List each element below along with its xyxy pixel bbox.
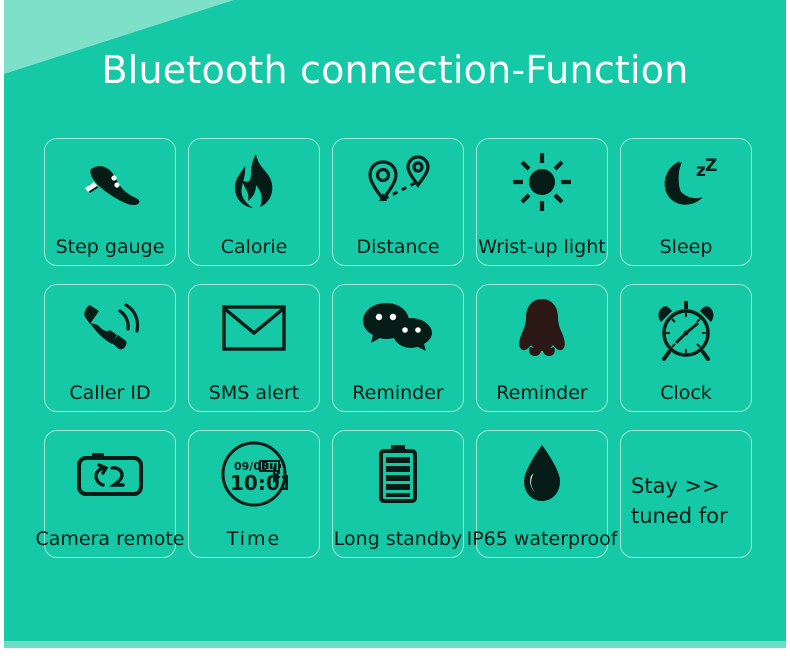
feature-tile-long-standby[interactable]: Long standby — [332, 430, 464, 558]
battery-icon — [333, 431, 463, 513]
page-title: Bluetooth connection-Function — [101, 48, 689, 92]
shoe-icon — [45, 139, 175, 221]
poster-page: Bluetooth connection-Function Step gauge… — [0, 0, 790, 656]
bottom-accent-strip — [4, 641, 786, 648]
feature-tile-distance[interactable]: Distance — [332, 138, 464, 266]
feature-row: Step gauge Calorie Distance Wrist-up lig… — [44, 138, 752, 266]
feature-tile-ip65-waterproof[interactable]: IP65 waterproof — [467, 430, 617, 558]
ringing-phone-icon — [45, 285, 175, 367]
watch-time-text: 10:01 — [230, 471, 288, 495]
feature-tile-calorie[interactable]: Calorie — [188, 138, 320, 266]
feature-tile-sleep[interactable]: z Z Sleep — [620, 138, 752, 266]
wechat-bubbles-icon — [333, 285, 463, 367]
feature-tile-label: Long standby — [333, 528, 463, 550]
feature-tile-label: Caller ID — [69, 382, 151, 404]
feature-tile-sms-alert[interactable]: SMS alert — [188, 284, 320, 412]
sun-icon — [477, 139, 607, 221]
qq-penguin-icon — [477, 285, 607, 367]
feature-tile-label: Calorie — [220, 236, 288, 258]
stay-tuned-text: Stay >> tuned for — [621, 471, 751, 531]
camera-icon — [45, 431, 175, 513]
feature-tile-label: Reminder — [352, 382, 444, 404]
feature-tile-label: SMS alert — [208, 382, 300, 404]
feature-tile-caller-id[interactable]: Caller ID — [44, 284, 176, 412]
water-drop-icon — [477, 431, 607, 513]
feature-tile-label: Clock — [660, 382, 712, 404]
feature-tile-label: Camera remote — [35, 528, 185, 550]
feature-tile-stay-tuned[interactable]: Stay >> tuned for — [620, 430, 752, 558]
watch-face-icon: 09/05 10:01 — [189, 431, 319, 513]
feature-tile-label: Sleep — [659, 236, 713, 258]
feature-tile-clock[interactable]: Clock — [620, 284, 752, 412]
map-pin-route-icon — [333, 139, 463, 221]
feature-tile-label: Reminder — [496, 382, 588, 404]
feature-tile-label: IP65 waterproof — [466, 528, 618, 550]
feature-tile-label: Wrist-up light — [478, 236, 606, 258]
moon-zz-icon: z Z — [621, 139, 751, 221]
feature-tile-wrist-up-light[interactable]: Wrist-up light — [476, 138, 608, 266]
feature-tile-label: Time — [226, 528, 282, 550]
feature-tile-label: Step gauge — [55, 236, 165, 258]
poster-canvas: Bluetooth connection-Function Step gauge… — [4, 0, 786, 648]
feature-tile-time[interactable]: 09/05 10:01 Time — [188, 430, 320, 558]
alarm-clock-icon — [621, 285, 751, 367]
feature-tile-step-gauge[interactable]: Step gauge — [44, 138, 176, 266]
feature-grid: Step gauge Calorie Distance Wrist-up lig… — [36, 138, 752, 558]
feature-tile-camera-remote[interactable]: Camera remote — [36, 430, 184, 558]
feature-tile-label: Distance — [356, 236, 440, 258]
flame-icon — [189, 139, 319, 221]
feature-row: Caller ID SMS alert Reminder Reminder Cl… — [44, 284, 752, 412]
feature-tile-reminder-wechat[interactable]: Reminder — [332, 284, 464, 412]
envelope-icon — [189, 285, 319, 367]
stay-tuned-line-2: tuned for — [631, 504, 728, 528]
feature-row: Camera remote 09/05 10:01 Time Long stan… — [36, 430, 752, 558]
stay-tuned-line-1: Stay >> — [631, 474, 720, 498]
svg-text:Z: Z — [705, 156, 717, 176]
feature-tile-reminder-qq[interactable]: Reminder — [476, 284, 608, 412]
